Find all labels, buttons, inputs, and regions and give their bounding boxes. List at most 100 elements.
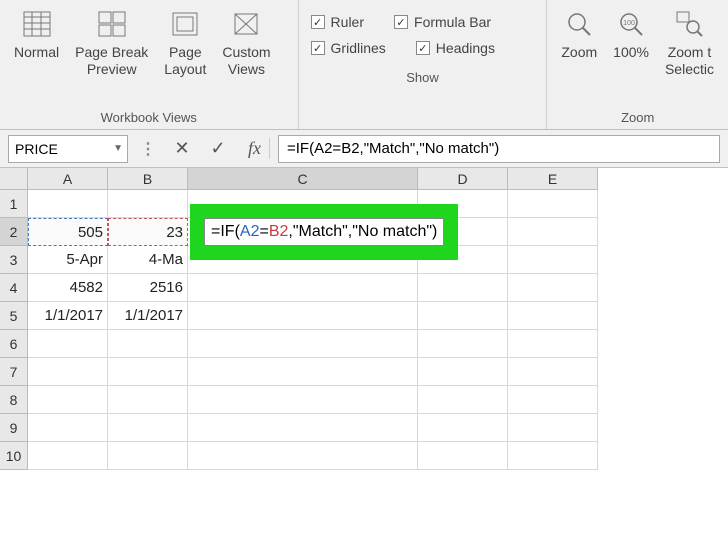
formula-bar: PRICE ▼ ⋮ ✕ ✓ fx =IF(A2=B2,"Match","No m… [0, 130, 728, 168]
custom-views-icon [230, 8, 262, 40]
cell-A1[interactable] [28, 190, 108, 218]
cell-C4[interactable] [188, 274, 418, 302]
cell-E5[interactable] [508, 302, 598, 330]
cell-B2[interactable]: 23 [108, 218, 188, 246]
row-header-2[interactable]: 2 [0, 218, 28, 246]
cell-E4[interactable] [508, 274, 598, 302]
normal-view-button[interactable]: Normal [8, 4, 65, 65]
cell-D6[interactable] [418, 330, 508, 358]
page-layout-button[interactable]: Page Layout [158, 4, 212, 82]
cell-B8[interactable] [108, 386, 188, 414]
cell-A9[interactable] [28, 414, 108, 442]
cell-C10[interactable] [188, 442, 418, 470]
page-layout-label: Page Layout [164, 44, 206, 78]
cell-B3[interactable]: 4-Ma [108, 246, 188, 274]
cell-B10[interactable] [108, 442, 188, 470]
row-header-1[interactable]: 1 [0, 190, 28, 218]
column-header-C[interactable]: C [188, 168, 418, 190]
row-header-3[interactable]: 3 [0, 246, 28, 274]
row-header-4[interactable]: 4 [0, 274, 28, 302]
chevron-down-icon[interactable]: ▼ [113, 143, 123, 154]
cell-D4[interactable] [418, 274, 508, 302]
custom-views-label: Custom Views [222, 44, 270, 78]
row-header-10[interactable]: 10 [0, 442, 28, 470]
separator: ⋮ [136, 139, 160, 159]
zoom-selection-label: Zoom t Selectic [665, 44, 714, 78]
zoom-icon [563, 8, 595, 40]
column-header-D[interactable]: D [418, 168, 508, 190]
cell-B7[interactable] [108, 358, 188, 386]
cell-E10[interactable] [508, 442, 598, 470]
column-header-A[interactable]: A [28, 168, 108, 190]
name-box[interactable]: PRICE ▼ [8, 135, 128, 163]
cell-C5[interactable] [188, 302, 418, 330]
cell-E3[interactable] [508, 246, 598, 274]
cell-C9[interactable] [188, 414, 418, 442]
row-header-5[interactable]: 5 [0, 302, 28, 330]
custom-views-button[interactable]: Custom Views [216, 4, 276, 82]
page-layout-icon [169, 8, 201, 40]
zoom-button[interactable]: Zoom [555, 4, 603, 65]
cell-A4[interactable]: 4582 [28, 274, 108, 302]
cell-A2[interactable]: 505 [28, 218, 108, 246]
svg-text:100: 100 [623, 20, 635, 27]
row-header-6[interactable]: 6 [0, 330, 28, 358]
cell-C7[interactable] [188, 358, 418, 386]
cell-B4[interactable]: 2516 [108, 274, 188, 302]
cell-D5[interactable] [418, 302, 508, 330]
cell-B5[interactable]: 1/1/2017 [108, 302, 188, 330]
cell-edit-input[interactable]: =IF(A2=B2,"Match","No match") [204, 218, 444, 246]
fx-icon[interactable]: fx [240, 138, 270, 159]
column-header-E[interactable]: E [508, 168, 598, 190]
cell-E6[interactable] [508, 330, 598, 358]
workbook-views-group-label: Workbook Views [8, 106, 290, 127]
zoom-100-icon: 100 [615, 8, 647, 40]
cell-A3[interactable]: 5-Apr [28, 246, 108, 274]
normal-view-icon [21, 8, 53, 40]
zoom-selection-button[interactable]: Zoom t Selectic [659, 4, 720, 82]
group-workbook-views: Normal Page Break Preview Page Layout Cu… [0, 0, 299, 129]
formula-bar-checkbox[interactable]: ✓Formula Bar [394, 14, 491, 30]
cell-A10[interactable] [28, 442, 108, 470]
zoom-100-button[interactable]: 100 100% [607, 4, 655, 65]
page-break-icon [96, 8, 128, 40]
cell-D9[interactable] [418, 414, 508, 442]
select-all-corner[interactable] [0, 168, 28, 190]
cell-E2[interactable] [508, 218, 598, 246]
check-icon: ✓ [311, 15, 325, 29]
cell-A8[interactable] [28, 386, 108, 414]
page-break-button[interactable]: Page Break Preview [69, 4, 154, 82]
formula-input[interactable]: =IF(A2=B2,"Match","No match") [278, 135, 720, 163]
cell-E1[interactable] [508, 190, 598, 218]
check-icon: ✓ [311, 41, 325, 55]
column-headers: ABCDE [28, 168, 598, 190]
cell-B9[interactable] [108, 414, 188, 442]
cell-E7[interactable] [508, 358, 598, 386]
row-header-8[interactable]: 8 [0, 386, 28, 414]
column-header-B[interactable]: B [108, 168, 188, 190]
row-header-9[interactable]: 9 [0, 414, 28, 442]
check-icon: ✓ [416, 41, 430, 55]
row-header-7[interactable]: 7 [0, 358, 28, 386]
headings-checkbox[interactable]: ✓Headings [416, 40, 495, 56]
cell-C8[interactable] [188, 386, 418, 414]
cell-E9[interactable] [508, 414, 598, 442]
cell-D10[interactable] [418, 442, 508, 470]
cell-B1[interactable] [108, 190, 188, 218]
cell-A6[interactable] [28, 330, 108, 358]
cell-D7[interactable] [418, 358, 508, 386]
normal-view-label: Normal [14, 44, 59, 61]
ruler-checkbox[interactable]: ✓Ruler [311, 14, 364, 30]
cell-edit-overlay: =IF(A2=B2,"Match","No match") [190, 204, 458, 260]
cell-C6[interactable] [188, 330, 418, 358]
page-break-label: Page Break Preview [75, 44, 148, 78]
cell-D8[interactable] [418, 386, 508, 414]
cell-E8[interactable] [508, 386, 598, 414]
accept-formula-button[interactable]: ✓ [204, 135, 232, 163]
cell-A5[interactable]: 1/1/2017 [28, 302, 108, 330]
gridlines-checkbox[interactable]: ✓Gridlines [311, 40, 386, 56]
cell-A7[interactable] [28, 358, 108, 386]
cell-B6[interactable] [108, 330, 188, 358]
spreadsheet-grid[interactable]: ABCDE 12345678910 505235-Apr4-Ma45822516… [0, 168, 728, 546]
cancel-formula-button[interactable]: ✕ [168, 135, 196, 163]
